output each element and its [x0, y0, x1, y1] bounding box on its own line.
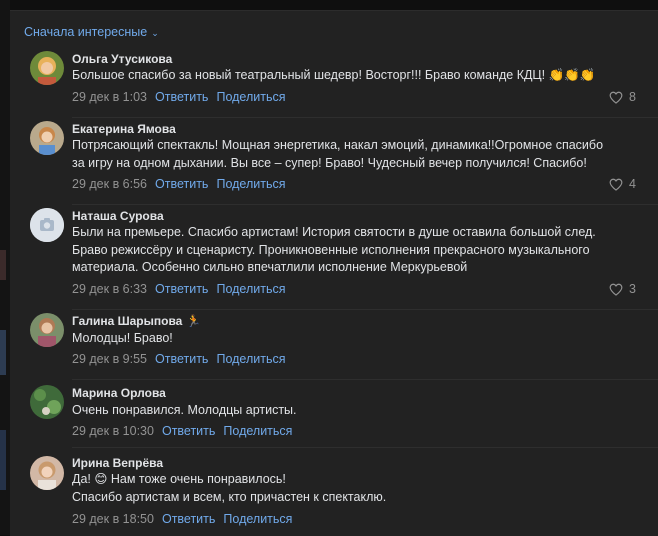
like-button[interactable]: 3 — [609, 282, 636, 296]
runner-icon: 🏃 — [186, 314, 202, 328]
avatar[interactable] — [30, 208, 64, 242]
chevron-down-icon: ⌄ — [151, 27, 159, 38]
divider — [72, 447, 658, 448]
avatar[interactable] — [30, 385, 64, 419]
avatar[interactable] — [30, 51, 64, 85]
comment-text: Были на премьере. Спасибо артистам! Исто… — [72, 225, 596, 274]
comment-author[interactable]: Ольга Утусикова — [72, 52, 172, 66]
comment-date[interactable]: 29 дек в 1:03 — [72, 90, 147, 104]
divider — [72, 117, 658, 118]
avatar[interactable] — [30, 121, 64, 155]
like-count: 8 — [629, 90, 636, 104]
like-count: 4 — [629, 177, 636, 191]
heart-icon — [609, 283, 623, 296]
comment-date[interactable]: 29 дек в 10:30 — [72, 424, 154, 438]
comment-text: Молодцы! Браво! — [72, 331, 173, 345]
comment-text: Потрясающий спектакль! Мощная энергетика… — [72, 138, 604, 170]
divider — [72, 204, 658, 205]
comment-date[interactable]: 29 дек в 9:55 — [72, 352, 147, 366]
comment-meta: 29 дек в 10:30 Ответить Поделиться — [72, 424, 292, 438]
like-count: 3 — [629, 282, 636, 296]
reply-button[interactable]: Ответить — [155, 90, 208, 104]
comment-text: Очень понравился. Молодцы артисты. — [72, 403, 297, 417]
share-button[interactable]: Поделиться — [216, 282, 285, 296]
share-button[interactable]: Поделиться — [216, 177, 285, 191]
reply-button[interactable]: Ответить — [162, 424, 215, 438]
comment-author[interactable]: Екатерина Ямова — [72, 122, 176, 136]
share-button[interactable]: Поделиться — [223, 424, 292, 438]
avatar[interactable] — [30, 456, 64, 490]
comment-date[interactable]: 29 дек в 6:56 — [72, 177, 147, 191]
sort-dropdown[interactable]: Сначала интересные ⌄ — [24, 25, 159, 39]
sort-label: Сначала интересные — [24, 25, 148, 39]
comment-meta: 29 дек в 9:55 Ответить Поделиться — [72, 352, 285, 366]
comment-date[interactable]: 29 дек в 18:50 — [72, 512, 154, 526]
comment-meta: 29 дек в 6:33 Ответить Поделиться — [72, 282, 285, 296]
share-button[interactable]: Поделиться — [216, 352, 285, 366]
heart-icon — [609, 91, 623, 104]
divider — [72, 379, 658, 380]
comment-text: Да! 😊 Нам тоже очень понравилось! Спасиб… — [72, 472, 387, 504]
share-button[interactable]: Поделиться — [216, 90, 285, 104]
comment-date[interactable]: 29 дек в 6:33 — [72, 282, 147, 296]
avatar[interactable] — [30, 313, 64, 347]
like-button[interactable]: 4 — [609, 177, 636, 191]
comment-author[interactable]: Марина Орлова — [72, 386, 166, 400]
comment-text: Большое спасибо за новый театральный шед… — [72, 68, 596, 82]
comment-author[interactable]: Ирина Вепрёва — [72, 456, 163, 470]
heart-icon — [609, 178, 623, 191]
share-button[interactable]: Поделиться — [223, 512, 292, 526]
comment-author[interactable]: Наташа Сурова — [72, 209, 164, 223]
comment-meta: 29 дек в 18:50 Ответить Поделиться — [72, 512, 292, 526]
reply-button[interactable]: Ответить — [155, 177, 208, 191]
camera-icon — [30, 208, 64, 242]
comment-meta: 29 дек в 1:03 Ответить Поделиться — [72, 90, 285, 104]
reply-button[interactable]: Ответить — [155, 352, 208, 366]
comments-panel: Сначала интересные ⌄ Ольга Утусикова Бол… — [10, 10, 658, 536]
divider — [72, 309, 658, 310]
reply-button[interactable]: Ответить — [155, 282, 208, 296]
like-button[interactable]: 8 — [609, 90, 636, 104]
reply-button[interactable]: Ответить — [162, 512, 215, 526]
comment-author[interactable]: Галина Шарыпова 🏃 — [72, 314, 201, 328]
comment-meta: 29 дек в 6:56 Ответить Поделиться — [72, 177, 285, 191]
page-left-edge — [0, 0, 10, 535]
